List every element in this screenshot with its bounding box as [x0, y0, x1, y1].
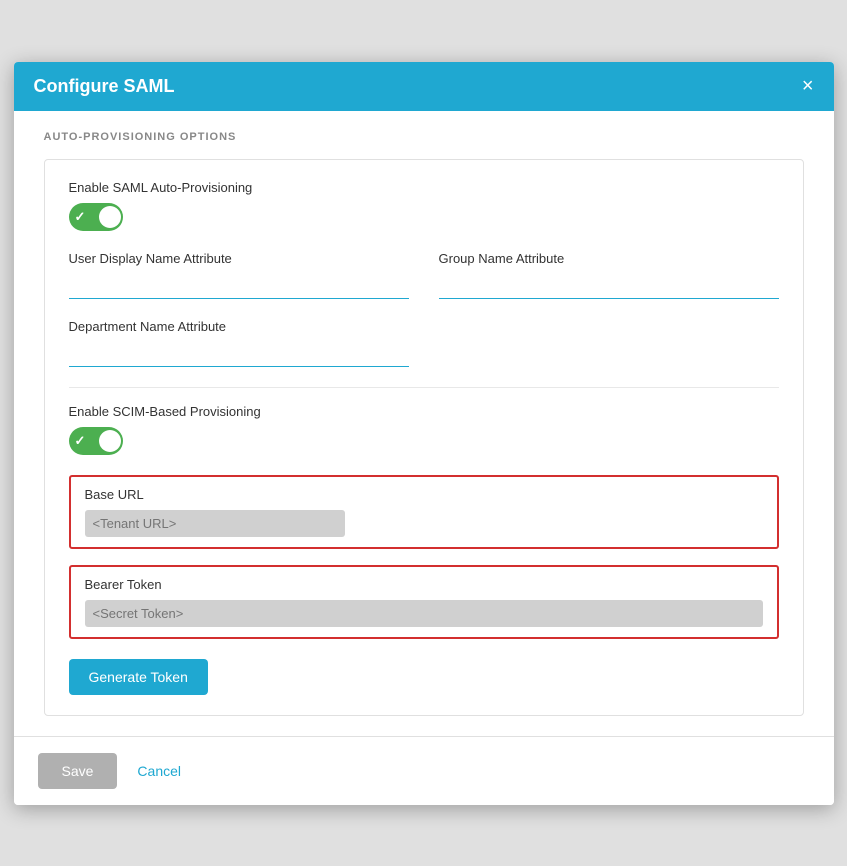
base-url-label: Base URL	[85, 487, 763, 502]
enable-scim-label: Enable SCIM-Based Provisioning	[69, 404, 779, 419]
cancel-button[interactable]: Cancel	[137, 763, 181, 779]
section-title-auto-provisioning: AUTO-PROVISIONING OPTIONS	[44, 131, 804, 143]
enable-saml-label: Enable SAML Auto-Provisioning	[69, 180, 779, 195]
toggle2-knob	[99, 430, 121, 452]
form-section: Enable SAML Auto-Provisioning ✓ User Dis…	[44, 159, 804, 716]
configure-saml-modal: Configure SAML × AUTO-PROVISIONING OPTIO…	[14, 62, 834, 805]
toggle1-wrapper: ✓	[69, 203, 779, 231]
base-url-input[interactable]	[85, 510, 345, 537]
close-button[interactable]: ×	[802, 76, 814, 96]
dept-fields-row: Department Name Attribute	[69, 319, 779, 367]
department-name-group: Department Name Attribute	[69, 319, 409, 367]
department-name-label: Department Name Attribute	[69, 319, 409, 334]
toggle1-knob	[99, 206, 121, 228]
generate-token-button[interactable]: Generate Token	[69, 659, 208, 695]
toggle2-wrapper: ✓	[69, 427, 779, 455]
modal-body: AUTO-PROVISIONING OPTIONS Enable SAML Au…	[14, 111, 834, 736]
save-button[interactable]: Save	[38, 753, 118, 789]
user-display-name-group: User Display Name Attribute	[69, 251, 409, 299]
bearer-token-input[interactable]	[85, 600, 763, 627]
group-name-label: Group Name Attribute	[439, 251, 779, 266]
divider	[69, 387, 779, 388]
name-fields-row: User Display Name Attribute Group Name A…	[69, 251, 779, 299]
toggle2-check-icon: ✓	[75, 433, 86, 449]
group-name-group: Group Name Attribute	[439, 251, 779, 299]
toggle1-check-icon: ✓	[75, 209, 86, 225]
user-display-name-label: User Display Name Attribute	[69, 251, 409, 266]
enable-scim-toggle[interactable]: ✓	[69, 427, 123, 455]
scim-section: Enable SCIM-Based Provisioning ✓	[69, 404, 779, 455]
modal-footer: Save Cancel	[14, 736, 834, 805]
enable-saml-toggle[interactable]: ✓	[69, 203, 123, 231]
user-display-name-input[interactable]	[69, 274, 409, 299]
bearer-token-box: Bearer Token	[69, 565, 779, 639]
modal-title: Configure SAML	[34, 76, 175, 97]
bearer-token-label: Bearer Token	[85, 577, 763, 592]
base-url-box: Base URL	[69, 475, 779, 549]
modal-header: Configure SAML ×	[14, 62, 834, 111]
group-name-input[interactable]	[439, 274, 779, 299]
modal-overlay: Configure SAML × AUTO-PROVISIONING OPTIO…	[0, 0, 847, 866]
department-name-input[interactable]	[69, 342, 409, 367]
